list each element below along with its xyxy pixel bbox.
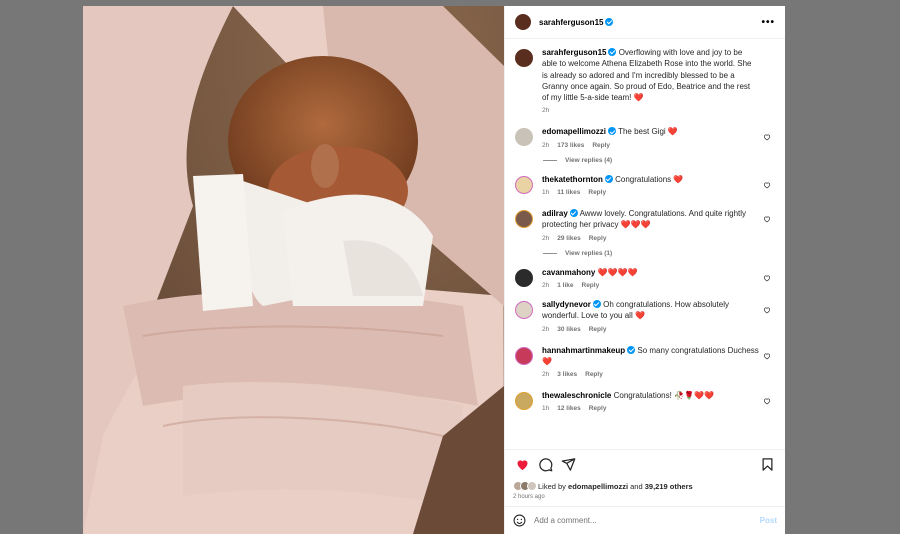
comment-likes[interactable]: 12 likes — [557, 405, 581, 412]
avatar[interactable] — [515, 128, 533, 147]
comment: cavanmahony ❤️❤️❤️❤️ 2h 1 like Reply — [515, 267, 775, 289]
action-bar — [505, 449, 785, 479]
liked-by[interactable]: Liked by edomapellimozzi and 39,219 othe… — [505, 479, 785, 493]
reply-button[interactable]: Reply — [585, 371, 603, 378]
comment-text: The best Gigi ❤️ — [618, 127, 678, 137]
reply-button[interactable]: Reply — [582, 282, 600, 289]
bookmark-icon[interactable] — [760, 457, 775, 472]
add-comment-input[interactable] — [534, 516, 760, 525]
comment-likes[interactable]: 30 likes — [557, 326, 581, 333]
reply-button[interactable]: Reply — [592, 142, 610, 149]
comment-time: 2h — [542, 234, 550, 242]
comment-username[interactable]: edomapellimozzi — [542, 127, 606, 136]
add-comment-bar: Post — [505, 506, 785, 534]
like-comment-heart-icon[interactable] — [763, 181, 771, 189]
verified-badge-icon — [569, 209, 578, 218]
comment-text: ❤️❤️❤️❤️ — [597, 267, 638, 277]
view-replies-button[interactable]: View replies (4) — [543, 157, 775, 164]
comment: hannahmartinmakeup So many congratulatio… — [515, 345, 775, 379]
verified-badge-icon — [608, 48, 617, 56]
like-heart-icon[interactable] — [515, 457, 530, 472]
emoji-icon[interactable] — [513, 514, 526, 527]
post-header: sarahferguson15 ••• — [505, 6, 785, 39]
comment-username[interactable]: adilray — [542, 209, 568, 218]
like-comment-heart-icon[interactable] — [763, 274, 771, 282]
comment: edomapellimozzi The best Gigi ❤️ 2h 173 l… — [515, 126, 775, 149]
avatar[interactable] — [515, 14, 531, 30]
verified-badge-icon — [605, 18, 614, 26]
comments-list[interactable]: sarahferguson15 Overflowing with love an… — [505, 39, 785, 449]
comment-bubble-icon[interactable] — [538, 457, 553, 472]
reply-button[interactable]: Reply — [589, 326, 607, 333]
share-send-icon[interactable] — [561, 457, 576, 472]
post-photo[interactable] — [83, 6, 504, 534]
header-username[interactable]: sarahferguson15 — [539, 18, 603, 27]
comment-username[interactable]: sallydynevor — [542, 300, 591, 309]
verified-badge-icon — [608, 127, 617, 136]
caption-time: 2h — [542, 107, 550, 115]
reply-button[interactable]: Reply — [588, 189, 606, 196]
like-comment-heart-icon[interactable] — [763, 215, 771, 223]
avatar[interactable] — [515, 210, 533, 229]
comment-username[interactable]: thewaleschronicle — [542, 391, 611, 400]
liker-avatars — [513, 481, 537, 491]
comment: thekatethornton Congratulations ❤️ 1h 11 … — [515, 174, 775, 196]
comment: sallydynevor Oh congratulations. How abs… — [515, 299, 775, 333]
avatar[interactable] — [515, 175, 533, 194]
comment-time: 1h — [542, 189, 550, 197]
comment-time: 1h — [542, 405, 550, 413]
avatar[interactable] — [515, 392, 533, 411]
reply-button[interactable]: Reply — [589, 235, 607, 242]
like-comment-heart-icon[interactable] — [763, 306, 771, 314]
comment-likes[interactable]: 11 likes — [557, 189, 580, 196]
comment-likes[interactable]: 29 likes — [557, 235, 581, 242]
comment-username[interactable]: hannahmartinmakeup — [542, 346, 625, 355]
caption: sarahferguson15 Overflowing with love an… — [515, 47, 775, 114]
post-button[interactable]: Post — [760, 516, 777, 525]
like-comment-heart-icon[interactable] — [763, 352, 771, 360]
comment-time: 2h — [542, 141, 550, 149]
comment-time: 2h — [542, 281, 550, 289]
verified-badge-icon — [604, 174, 613, 183]
caption-username[interactable]: sarahferguson15 — [542, 48, 606, 57]
avatar[interactable] — [515, 49, 533, 67]
liked-by-and: and — [630, 481, 643, 491]
more-horizontal-icon[interactable]: ••• — [761, 17, 775, 28]
comment-text: Congratulations ❤️ — [615, 174, 684, 184]
liked-by-prefix: Liked by — [538, 481, 566, 491]
comment-text: Congratulations! 🥀🌹❤️❤️ — [613, 391, 714, 401]
post-time: 2 hours ago — [513, 494, 545, 500]
comment-username[interactable]: cavanmahony — [542, 268, 595, 277]
view-replies-button[interactable]: View replies (1) — [543, 250, 775, 257]
comment-likes[interactable]: 1 like — [557, 282, 573, 289]
liked-by-user[interactable]: edomapellimozzi — [568, 482, 628, 491]
like-comment-heart-icon[interactable] — [763, 397, 771, 405]
post-modal: sarahferguson15 ••• sarahferguson15 Over… — [83, 6, 785, 534]
comments-panel: sarahferguson15 ••• sarahferguson15 Over… — [504, 6, 785, 534]
comment: thewaleschronicle Congratulations! 🥀🌹❤️❤… — [515, 390, 775, 412]
comment-username[interactable]: thekatethornton — [542, 175, 603, 184]
comment-likes[interactable]: 3 likes — [557, 371, 577, 378]
avatar — [527, 481, 537, 491]
avatar[interactable] — [515, 268, 533, 287]
avatar[interactable] — [515, 346, 533, 365]
verified-badge-icon — [627, 345, 636, 354]
avatar[interactable] — [515, 300, 533, 319]
reply-button[interactable]: Reply — [589, 405, 607, 412]
like-comment-heart-icon[interactable] — [763, 133, 771, 141]
comment-time: 2h — [542, 371, 550, 379]
comment-time: 2h — [542, 325, 550, 333]
verified-badge-icon — [592, 299, 601, 308]
liked-by-others[interactable]: 39,219 others — [645, 482, 693, 491]
comment: adilray Awww lovely. Congratulations. An… — [515, 208, 775, 242]
comment-likes[interactable]: 173 likes — [557, 142, 584, 149]
